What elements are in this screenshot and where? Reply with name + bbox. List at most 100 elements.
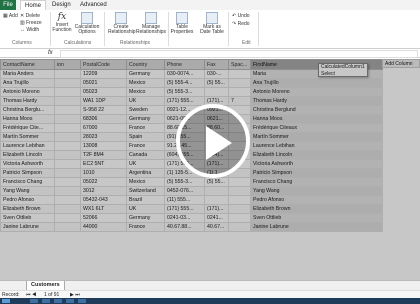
- column-header[interactable]: Fax: [204, 59, 229, 70]
- table-cell[interactable]: [204, 195, 229, 205]
- table-cell[interactable]: Francisco Chang: [0, 177, 55, 187]
- table-cell[interactable]: Germany: [126, 69, 165, 79]
- table-cell[interactable]: 0452-076...: [164, 186, 205, 196]
- taskbar-app-icon[interactable]: [54, 299, 62, 303]
- insert-function-button[interactable]: fx Insert Function: [52, 12, 72, 33]
- table-cell[interactable]: [54, 204, 81, 214]
- formula-input[interactable]: [60, 50, 418, 58]
- table-cell[interactable]: [54, 150, 81, 160]
- column-header[interactable]: ion: [54, 59, 81, 70]
- table-cell[interactable]: Frédérique Cite...: [0, 123, 55, 133]
- table-cell[interactable]: 40.67...: [204, 222, 229, 232]
- table-cell[interactable]: [228, 186, 251, 196]
- table-cell[interactable]: Germany: [126, 114, 165, 124]
- table-cell[interactable]: Mexico: [126, 87, 165, 97]
- table-cell[interactable]: Laurence Lebihan: [250, 141, 383, 151]
- calculation-options-button[interactable]: Calculation Options: [73, 12, 101, 35]
- table-cell[interactable]: Laurence Lebihan: [0, 141, 55, 151]
- table-cell[interactable]: 13008: [80, 141, 127, 151]
- table-cell[interactable]: [54, 213, 81, 223]
- table-cell[interactable]: (5) 555-4...: [164, 78, 205, 88]
- table-cell[interactable]: 7: [228, 96, 251, 106]
- table-cell[interactable]: Brazil: [126, 195, 165, 205]
- table-cell[interactable]: Mexico: [126, 78, 165, 88]
- table-cell[interactable]: 68306: [80, 114, 127, 124]
- add-column-header[interactable]: Add Column: [382, 59, 420, 68]
- table-cell[interactable]: Germany: [126, 213, 165, 223]
- table-cell[interactable]: 44000: [80, 222, 127, 232]
- table-cell[interactable]: [54, 123, 81, 133]
- table-cell[interactable]: France: [126, 141, 165, 151]
- table-cell[interactable]: Elizabeth Brown: [0, 204, 55, 214]
- table-cell[interactable]: 3012: [80, 186, 127, 196]
- table-cell[interactable]: Martín Sommer: [250, 132, 383, 142]
- table-cell[interactable]: 05022: [80, 177, 127, 187]
- table-cell[interactable]: [228, 87, 251, 97]
- table-cell[interactable]: Francisco Chang: [250, 177, 383, 187]
- table-cell[interactable]: Spain: [126, 132, 165, 142]
- tab-advanced[interactable]: Advanced: [76, 0, 111, 10]
- table-cell[interactable]: [54, 195, 81, 205]
- table-cell[interactable]: (171)...: [204, 204, 229, 214]
- autocomplete-popup[interactable]: CalculatedColumn1 Select: [318, 63, 368, 77]
- table-cell[interactable]: Patricio Simpson: [0, 168, 55, 178]
- table-cell[interactable]: Pedro Afonso: [0, 195, 55, 205]
- table-cell[interactable]: (5) 555-3...: [164, 177, 205, 187]
- tab-file[interactable]: File: [0, 0, 16, 10]
- table-cell[interactable]: Hanna Moos: [0, 114, 55, 124]
- tab-design[interactable]: Design: [48, 0, 75, 10]
- table-cell[interactable]: Frédérique Citeaux: [250, 123, 383, 133]
- table-cell[interactable]: T2F 8M4: [80, 150, 127, 160]
- table-cell[interactable]: Christina Berglund: [250, 105, 383, 115]
- mark-date-table-button[interactable]: Mark as Date Table: [198, 12, 226, 35]
- table-cell[interactable]: [54, 186, 81, 196]
- table-cell[interactable]: Pedro Afonso: [250, 195, 383, 205]
- taskbar-app-icon[interactable]: [30, 299, 38, 303]
- table-cell[interactable]: [204, 186, 229, 196]
- table-cell[interactable]: UK: [126, 96, 165, 106]
- table-cell[interactable]: Victoria Ashworth: [0, 159, 55, 169]
- table-cell[interactable]: [54, 69, 81, 79]
- table-cell[interactable]: 52066: [80, 213, 127, 223]
- table-cell[interactable]: (11) 555...: [164, 195, 205, 205]
- column-header[interactable]: Spac...: [228, 59, 251, 70]
- start-icon[interactable]: [2, 299, 10, 303]
- table-cell[interactable]: 67000: [80, 123, 127, 133]
- table-cell[interactable]: WX1 6LT: [80, 204, 127, 214]
- table-row[interactable]: Francisco Chang 05022 Mexico (5) 555-3... (5…: [0, 177, 383, 187]
- table-cell[interactable]: Elizabeth Brown: [250, 204, 383, 214]
- table-cell[interactable]: Janine Labrune: [0, 222, 55, 232]
- table-cell[interactable]: Thomas Hardy: [250, 96, 383, 106]
- table-row[interactable]: Thomas Hardy WA1 1DP UK (171) 555... (171)..…: [0, 96, 383, 106]
- table-row[interactable]: Antonio Moreno 05023 Mexico (5) 555-3... Ant…: [0, 87, 383, 97]
- table-cell[interactable]: Martín Sommer: [0, 132, 55, 142]
- table-cell[interactable]: [54, 87, 81, 97]
- table-cell[interactable]: (5) 55...: [204, 177, 229, 187]
- table-cell[interactable]: 28023: [80, 132, 127, 142]
- table-cell[interactable]: [228, 78, 251, 88]
- table-cell[interactable]: Sweden: [126, 105, 165, 115]
- taskbar-app-icon[interactable]: [78, 299, 86, 303]
- table-cell[interactable]: [54, 96, 81, 106]
- width-button[interactable]: ↔ Width: [20, 27, 39, 33]
- redo-button[interactable]: ↷ Redo: [232, 21, 250, 27]
- table-cell[interactable]: [228, 69, 251, 79]
- table-cell[interactable]: [54, 177, 81, 187]
- table-cell[interactable]: [54, 114, 81, 124]
- table-cell[interactable]: [54, 132, 81, 142]
- table-cell[interactable]: Janine Labrune: [250, 222, 383, 232]
- undo-button[interactable]: ↶ Undo: [232, 13, 250, 19]
- table-cell[interactable]: EC2 5NT: [80, 159, 127, 169]
- table-cell[interactable]: Canada: [126, 150, 165, 160]
- table-cell[interactable]: Elizabeth Lincoln: [250, 150, 383, 160]
- table-cell[interactable]: Christina Berglu...: [0, 105, 55, 115]
- table-cell[interactable]: [54, 168, 81, 178]
- manage-relationships-button[interactable]: Manage Relationships: [136, 12, 166, 35]
- table-cell[interactable]: Patricio Simpson: [250, 168, 383, 178]
- table-row[interactable]: Sven Ottlieb 52066 Germany 0241-03... 0241..…: [0, 213, 383, 223]
- table-cell[interactable]: [54, 222, 81, 232]
- table-cell[interactable]: Elizabeth Lincoln: [0, 150, 55, 160]
- table-cell[interactable]: (5) 55...: [204, 78, 229, 88]
- play-button[interactable]: [176, 104, 250, 178]
- table-cell[interactable]: WA1 1DP: [80, 96, 127, 106]
